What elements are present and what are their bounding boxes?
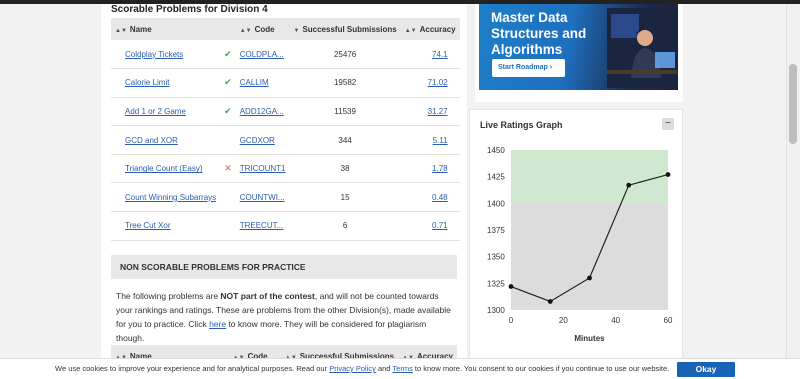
promo-card: Master Data Structures and Algorithms St… [475, 4, 683, 102]
cookie-text: We use cookies to improve your experienc… [55, 364, 670, 373]
y-tick-label: 1450 [487, 146, 505, 155]
table-row[interactable]: Add 1 or 2 Game ✔ ADD12GA... 11539 31.27 [111, 97, 460, 127]
accuracy-link[interactable]: 0.48 [432, 193, 448, 202]
check-icon: ✔ [224, 48, 232, 59]
rating-band [511, 150, 668, 204]
nonscorable-description: The following problems are NOT part of t… [116, 291, 451, 343]
sort-icon: ▼ [293, 27, 300, 34]
problem-link[interactable]: Tree Cut Xor [125, 221, 171, 230]
section-title: Scorable Problems for Division 4 [111, 4, 268, 15]
accuracy-link[interactable]: 31.27 [428, 107, 448, 116]
problem-code[interactable]: GCDXOR [240, 136, 275, 145]
problem-link[interactable]: Coldplay Tickets [125, 50, 183, 59]
table-row[interactable]: Coldplay Tickets ✔ COLDPLA... 25476 74.1 [111, 40, 460, 70]
rating-band [511, 203, 668, 310]
graph-title: Live Ratings Graph [480, 120, 563, 130]
accuracy-link[interactable]: 74.1 [432, 50, 448, 59]
scorable-problems-table: ▲▼ Name ▲▼ Code ▼ Successful Submissions ▲▼… [111, 18, 460, 241]
cookie-banner: We use cookies to improve your experienc… [0, 358, 800, 379]
problem-link[interactable]: Triangle Count (Easy) [125, 164, 203, 173]
header-name[interactable]: ▲▼Name [111, 18, 221, 40]
x-tick-label: 40 [611, 316, 620, 325]
submissions-count: 38 [289, 154, 401, 184]
problem-code[interactable]: CALLIM [240, 78, 269, 87]
accuracy-link[interactable]: 0.71 [432, 221, 448, 230]
collapse-button[interactable]: − [662, 118, 674, 130]
scrollbar-thumb[interactable] [789, 64, 797, 144]
data-point [626, 182, 632, 188]
problem-link[interactable]: Count Winning Subarrays [125, 193, 216, 202]
problems-card: Scorable Problems for Division 4 ▲▼ Name … [101, 4, 467, 379]
page: Scorable Problems for Division 4 ▲▼ Name … [0, 4, 800, 379]
submissions-count: 6 [289, 211, 401, 241]
x-tick-label: 20 [559, 316, 568, 325]
problem-code[interactable]: ADD12GA... [240, 107, 284, 116]
privacy-policy-link[interactable]: Privacy Policy [329, 364, 376, 373]
terms-link[interactable]: Terms [392, 364, 412, 373]
submissions-count: 11539 [289, 97, 401, 127]
submissions-count: 15 [289, 182, 401, 213]
dsa-banner[interactable]: Master Data Structures and Algorithms St… [479, 4, 678, 90]
start-roadmap-button[interactable]: Start Roadmap › [492, 59, 565, 77]
scrollbar[interactable] [786, 4, 800, 379]
y-tick-label: 1325 [487, 279, 505, 288]
header-submissions[interactable]: ▼ Successful Submissions [289, 18, 401, 40]
submissions-count: 344 [289, 125, 401, 155]
problem-code[interactable]: COUNTWI... [240, 193, 285, 202]
data-point [587, 275, 592, 281]
x-axis-label: Minutes [574, 334, 605, 343]
banner-title: Master Data Structures and Algorithms [491, 10, 587, 57]
y-tick-label: 1375 [487, 226, 505, 235]
nonscorable-header: NON SCORABLE PROBLEMS FOR PRACTICE [111, 255, 457, 279]
table-row[interactable]: Count Winning Subarrays COUNTWI... 15 0.48 [111, 182, 460, 213]
submissions-count: 19582 [289, 68, 401, 98]
check-icon: ✔ [224, 105, 232, 116]
problem-code[interactable]: TRICOUNT1 [240, 164, 286, 173]
live-ratings-card: Live Ratings Graph − 1300 1325 1350 1375 140… [469, 109, 683, 379]
problem-link[interactable]: Add 1 or 2 Game [125, 107, 186, 116]
cross-icon: ✕ [224, 163, 232, 174]
data-point [547, 299, 553, 304]
x-tick-label: 0 [509, 316, 514, 325]
table-row[interactable]: GCD and XOR GCDXOR 344 5.11 [111, 125, 460, 155]
here-link[interactable]: here [209, 319, 226, 329]
sort-icon: ▲▼ [115, 27, 127, 34]
y-tick-label: 1300 [487, 306, 505, 315]
table-row[interactable]: Tree Cut Xor TREECUT... 6 0.71 [111, 211, 460, 241]
y-tick-label: 1350 [487, 253, 505, 262]
ratings-chart: 1300 1325 1350 1375 1400 1425 1450 0 20 40 60 Minut… [487, 146, 673, 343]
submissions-count: 25476 [289, 40, 401, 70]
problem-code[interactable]: COLDPLA... [240, 50, 284, 59]
header-accuracy[interactable]: ▲▼Accuracy [400, 18, 460, 40]
y-tick-label: 1425 [487, 173, 505, 182]
sort-icon: ▲▼ [404, 27, 417, 34]
coder-illustration-icon [607, 8, 677, 88]
header-code[interactable]: ▲▼Code [235, 18, 290, 40]
problem-code[interactable]: TREECUT... [240, 221, 284, 230]
accuracy-link[interactable]: 5.11 [433, 136, 448, 145]
data-point [508, 284, 514, 289]
table-row[interactable]: Calorie Limit ✔ CALLIM 19582 71.02 [111, 68, 460, 98]
data-point [665, 172, 671, 177]
x-tick-label: 60 [664, 316, 673, 325]
okay-button[interactable]: Okay [677, 362, 735, 377]
table-body: Coldplay Tickets ✔ COLDPLA... 25476 74.1 Calo… [111, 40, 460, 241]
problem-link[interactable]: GCD and XOR [125, 136, 178, 145]
sort-icon: ▲▼ [239, 27, 252, 34]
table-row[interactable]: Triangle Count (Easy) ✕ TRICOUNT1 38 1.78 [111, 154, 460, 184]
accuracy-link[interactable]: 71.02 [428, 78, 448, 87]
check-icon: ✔ [224, 77, 232, 88]
y-tick-label: 1400 [487, 199, 505, 208]
accuracy-link[interactable]: 1.78 [432, 164, 448, 173]
problem-link[interactable]: Calorie Limit [125, 78, 169, 87]
